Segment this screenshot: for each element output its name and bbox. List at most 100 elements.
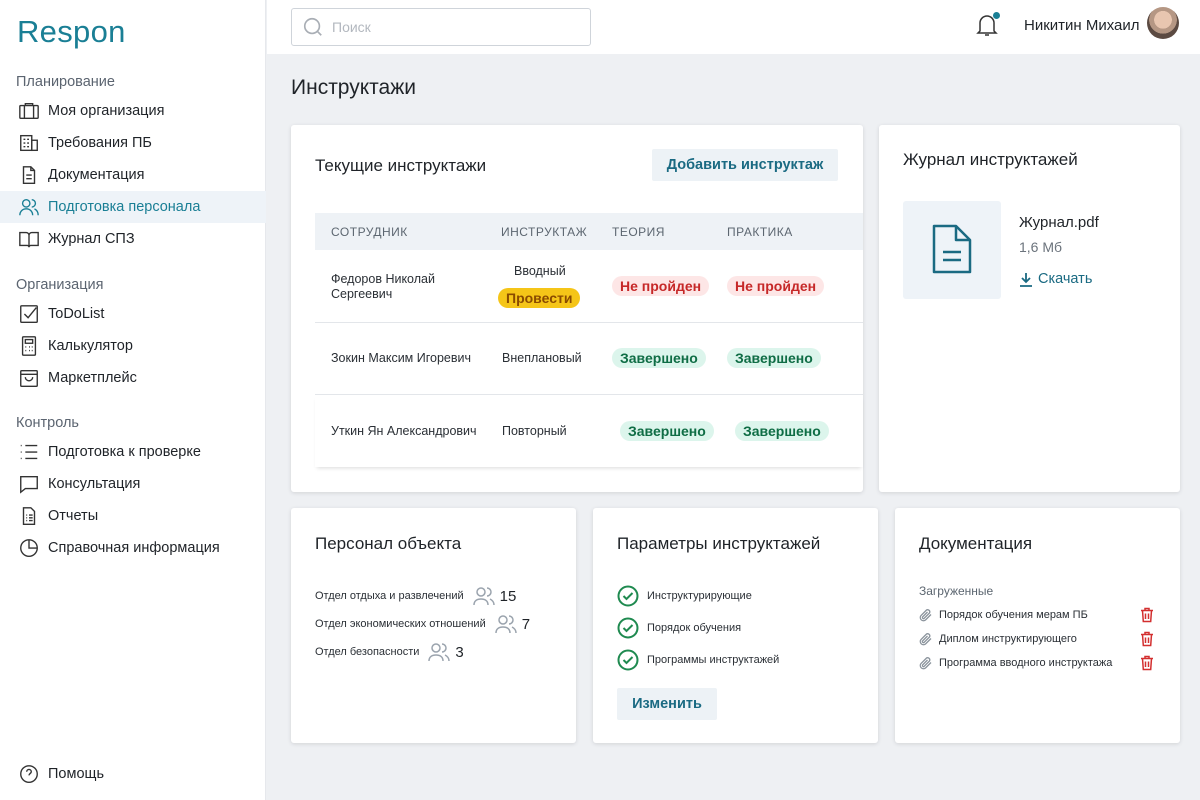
sidebar-item-todolist[interactable]: ToDoList: [0, 298, 266, 330]
sidebar-item-help[interactable]: Помощь: [0, 758, 266, 790]
file-size: 1,6 Мб: [1019, 239, 1063, 255]
section-planning: Планирование: [16, 74, 115, 90]
check-circle-icon: [617, 649, 647, 671]
department-name: Отдел экономических отношений: [315, 618, 486, 630]
instruction-type: Внеплановый: [502, 351, 582, 365]
sidebar-item-reference[interactable]: Справочная информация: [0, 532, 266, 564]
document-name: Программа вводного инструктажа: [939, 657, 1113, 669]
conduct-button[interactable]: Провести: [498, 288, 581, 308]
document-item[interactable]: Порядок обучения мерам ПБ: [919, 607, 1159, 623]
add-instruction-button[interactable]: Добавить инструктаж: [652, 149, 838, 181]
edit-button[interactable]: Изменить: [617, 688, 717, 720]
paperclip-icon: [919, 656, 933, 670]
users-icon: [427, 641, 451, 663]
practice-status-badge: Не пройден: [727, 276, 825, 296]
sidebar-item-label: Справочная информация: [48, 540, 220, 556]
section-control: Контроль: [16, 415, 79, 431]
trash-icon[interactable]: [1140, 655, 1154, 674]
practice-status-badge: Завершено: [735, 421, 829, 441]
download-link[interactable]: Скачать: [1019, 271, 1092, 287]
department-item[interactable]: Отдел отдыха и развлечений 15: [315, 585, 516, 607]
sidebar-item-inspection-prep[interactable]: Подготовка к проверке: [0, 436, 266, 468]
journal-card: Журнал инструктажей Журнал.pdf 1,6 Мб Ск…: [879, 125, 1180, 492]
user-name[interactable]: Никитин Михаил: [1024, 17, 1140, 34]
avatar[interactable]: [1147, 7, 1179, 39]
search-box[interactable]: [291, 8, 591, 46]
department-name: Отдел безопасности: [315, 646, 420, 658]
sidebar-item-documentation[interactable]: Документация: [0, 159, 266, 191]
theory-status-badge: Не пройден: [612, 276, 710, 296]
calculator-icon: [18, 335, 40, 357]
sidebar-item-label: Отчеты: [48, 508, 99, 524]
sidebar-item-label: Подготовка к проверке: [48, 444, 201, 460]
document-item[interactable]: Программа вводного инструктажа: [919, 655, 1159, 671]
users-icon: [494, 613, 518, 635]
trash-icon[interactable]: [1140, 607, 1154, 626]
sidebar: Respon Планирование Моя организация Треб…: [0, 0, 266, 800]
department-item[interactable]: Отдел экономических отношений 7: [315, 613, 530, 635]
column-header-practice: ПРАКТИКА: [727, 225, 793, 239]
building-icon: [18, 132, 40, 154]
section-organization: Организация: [16, 277, 104, 293]
card-title: Персонал объекта: [315, 534, 462, 553]
department-name: Отдел отдыха и развлечений: [315, 590, 464, 602]
uploaded-subtitle: Загруженные: [919, 584, 994, 598]
paperclip-icon: [919, 632, 933, 646]
sidebar-item-marketplace[interactable]: Маркетплейс: [0, 362, 266, 394]
document-name: Порядок обучения мерам ПБ: [939, 609, 1088, 621]
download-icon: [1019, 272, 1033, 287]
checkbox-icon: [18, 303, 40, 325]
sidebar-item-label: Консультация: [48, 476, 141, 492]
notification-dot: [993, 12, 1000, 19]
employee-name: Федоров Николай: [331, 272, 435, 286]
instruction-type: Повторный: [502, 424, 567, 438]
sidebar-item-calculator[interactable]: Калькулятор: [0, 330, 266, 362]
theory-status-badge: Завершено: [612, 348, 706, 368]
employee-count: 15: [499, 587, 517, 605]
sidebar-item-staff-training[interactable]: Подготовка персонала: [0, 191, 266, 223]
table-row[interactable]: Зокин Максим Игоревич Внеплановый Заверш…: [315, 323, 863, 395]
chat-icon: [18, 473, 40, 495]
sidebar-item-requirements[interactable]: Требования ПБ: [0, 127, 266, 159]
instruction-type: Вводный: [514, 264, 566, 278]
sidebar-item-label: Журнал СПЗ: [48, 231, 135, 247]
sidebar-item-spz-journal[interactable]: Журнал СПЗ: [0, 223, 266, 255]
search-input[interactable]: [332, 19, 572, 35]
parameter-item[interactable]: Инструктурирующие: [617, 585, 752, 607]
employee-name-line2: Сергеевич: [331, 287, 393, 301]
employee-name: Зокин Максим Игоревич: [331, 351, 472, 365]
top-header: Никитин Михаил: [267, 0, 1200, 54]
employee-name: Уткин Ян Александрович: [331, 424, 477, 438]
table-row[interactable]: Уткин Ян Александрович Повторный Заверше…: [315, 395, 863, 467]
app-logo[interactable]: Respon: [17, 14, 126, 50]
theory-status-badge: Завершено: [620, 421, 714, 441]
parameter-label: Программы инструктажей: [647, 654, 780, 666]
sidebar-item-reports[interactable]: Отчеты: [0, 500, 266, 532]
notifications-bell-icon[interactable]: [975, 12, 1001, 38]
users-icon: [18, 196, 40, 218]
file-thumbnail[interactable]: [903, 201, 1001, 299]
parameter-item[interactable]: Порядок обучения: [617, 617, 741, 639]
sidebar-item-consultation[interactable]: Консультация: [0, 468, 266, 500]
list-icon: [18, 441, 40, 463]
document-name: Диплом инструктирующего: [939, 633, 1077, 645]
document-item[interactable]: Диплом инструктирующего: [919, 631, 1159, 647]
parameter-item[interactable]: Программы инструктажей: [617, 649, 779, 671]
card-title: Параметры инструктажей: [617, 534, 821, 553]
report-icon: [18, 505, 40, 527]
file-name: Журнал.pdf: [1019, 214, 1099, 231]
card-title: Журнал инструктажей: [903, 150, 1078, 169]
current-instructions-card: Текущие инструктажи Добавить инструктаж …: [291, 125, 863, 492]
document-icon: [18, 164, 40, 186]
help-icon: [18, 763, 40, 785]
sidebar-item-label: ToDoList: [48, 306, 105, 322]
department-item[interactable]: Отдел безопасности 3: [315, 641, 464, 663]
sidebar-item-my-organization[interactable]: Моя организация: [0, 95, 266, 127]
parameter-label: Инструктурирующие: [647, 590, 752, 602]
paperclip-icon: [919, 608, 933, 622]
page-title: Инструктажи: [291, 76, 417, 99]
trash-icon[interactable]: [1140, 631, 1154, 650]
shopping-bag-icon: [18, 367, 40, 389]
table-row[interactable]: Федоров Николай Сергеевич Вводный Провес…: [315, 251, 863, 323]
staff-card: Персонал объекта Отдел отдыха и развлече…: [291, 508, 576, 743]
